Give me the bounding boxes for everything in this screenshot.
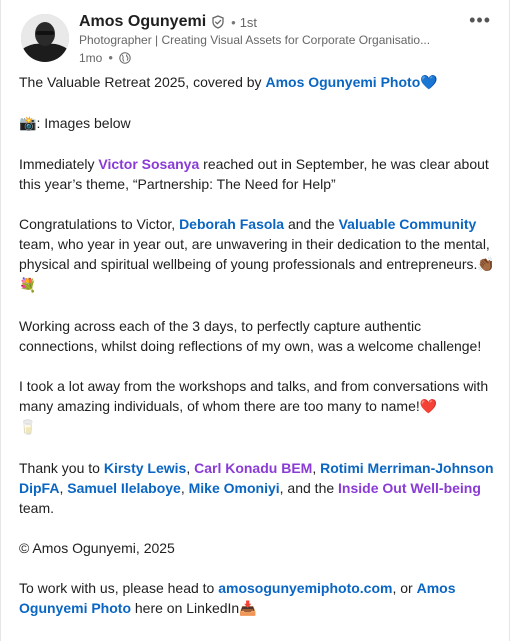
text: team. [19,500,55,516]
text: Thank you to [19,460,104,476]
more-options-button[interactable]: ••• [469,10,491,31]
mention-carl-konadu[interactable]: Carl Konadu BEM [194,460,312,476]
post-header: Amos Ogunyemi • 1st Photographer | Creat… [1,0,509,70]
text: here on LinkedIn [131,600,240,616]
text: , [186,460,195,476]
degree-separator: • [231,14,236,30]
mention-victor-sosanya[interactable]: Victor Sosanya [98,156,199,172]
text: Immediately [19,156,99,172]
paragraph-1: The Valuable Retreat 2025, covered by Am… [19,72,499,93]
meta-separator: • [108,50,113,65]
red-heart-emoji: ❤️ [419,399,438,415]
paragraph-7: Thank you to Kirsty Lewis, Carl Konadu B… [19,458,499,518]
mention-amos-ogunyemi-photo[interactable]: Amos Ogunyemi Photo [265,74,420,90]
mention-kirsty-lewis[interactable]: Kirsty Lewis [104,460,186,476]
text: team, who year in year out, are unwaveri… [19,236,490,272]
paragraph-8: © Amos Ogunyemi, 2025 [19,538,499,558]
text: , [180,480,189,496]
mention-valuable-community[interactable]: Valuable Community [339,216,477,232]
mention-mike-omoniyi[interactable]: Mike Omoniyi [189,480,280,496]
mention-samuel-ilelaboye[interactable]: Samuel Ilelaboye [67,480,181,496]
paragraph-6: I took a lot away from the workshops and… [19,376,499,438]
mention-inside-out-wellbeing[interactable]: Inside Out Well-being [338,480,481,496]
inbox-emoji: 📥 [239,601,257,617]
camera-emoji: 📸 [19,116,37,132]
text: The Valuable Retreat 2025, covered by [19,74,266,90]
author-name-row: Amos Ogunyemi • 1st [79,13,257,31]
paragraph-3: Immediately Victor Sosanya reached out i… [19,154,499,194]
text: , and the [279,480,339,496]
text: and the [284,216,339,232]
text: Working across each of the 3 days, to pe… [19,318,482,354]
text: Congratulations to Victor, [19,216,180,232]
text: , [312,460,321,476]
copyright-text: © Amos Ogunyemi, 2025 [19,540,175,556]
avatar-photo [21,14,69,62]
paragraph-4: Congratulations to Victor, Deborah Fasol… [19,214,499,296]
link-website[interactable]: amosogunyemiphoto.com [218,580,392,596]
post-body: The Valuable Retreat 2025, covered by Am… [19,72,499,639]
paragraph-5: Working across each of the 3 days, to pe… [19,316,499,356]
blue-heart-emoji: 💙 [420,75,438,91]
author-headline: Photographer | Creating Visual Assets fo… [79,33,431,47]
verified-icon [211,15,225,29]
paragraph-9: To work with us, please head to amosogun… [19,578,499,619]
author-avatar[interactable] [21,14,69,62]
post-time: 1mo [79,50,103,65]
feed-post: Amos Ogunyemi • 1st Photographer | Creat… [0,0,510,641]
paragraph-2: 📸: Images below [19,113,499,134]
mention-deborah-fasola[interactable]: Deborah Fasola [179,216,284,232]
globe-icon [119,51,131,64]
post-meta: 1mo • [79,50,131,65]
connection-degree: 1st [239,14,258,30]
text: I took a lot away from the workshops and… [19,378,489,414]
text: : Images below [36,115,131,131]
author-name[interactable]: Amos Ogunyemi [79,13,206,31]
text: To work with us, please head to [19,580,219,596]
cup-emoji: 🥛 [19,420,37,436]
text: , or [392,580,417,596]
